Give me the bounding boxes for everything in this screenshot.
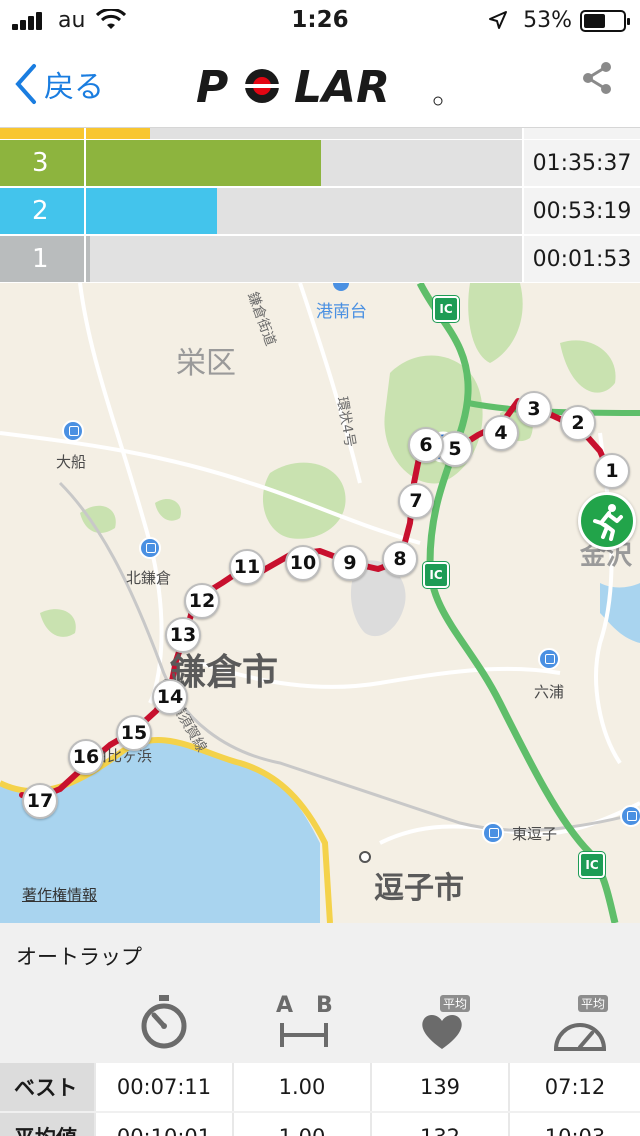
zone-row: 2 00:53:19 <box>0 188 640 234</box>
lap-marker-9[interactable]: 9 <box>332 545 368 581</box>
lap-marker-8[interactable]: 8 <box>382 541 418 577</box>
lap-marker-2[interactable]: 2 <box>560 405 596 441</box>
ic-icon-central: IC <box>422 561 450 589</box>
runner-icon <box>593 504 623 541</box>
back-button[interactable]: 戻る <box>14 60 104 108</box>
svg-text:P: P <box>196 62 228 108</box>
lap-marker-16[interactable]: 16 <box>68 739 104 775</box>
location-arrow-icon <box>489 11 507 29</box>
map-label-zushi-city: 逗子市 <box>374 871 464 906</box>
route-map[interactable]: 栄区 港南台 鎌倉市 逗子市 大船 北鎌倉 六浦 東逗子 由比ヶ浜 金沢 環状4… <box>0 283 640 923</box>
map-label-kitakamakura: 北鎌倉 <box>126 569 172 587</box>
stat-row-average: 平均値 00:10:01 1.00 132 10:03 <box>0 1113 640 1136</box>
lap-marker-14[interactable]: 14 <box>152 679 188 715</box>
zone-time: 00:53:19 <box>524 188 640 234</box>
map-label-higashizushi: 東逗子 <box>512 825 558 843</box>
distance-icon: A B <box>274 993 334 1053</box>
stopwatch-icon <box>141 995 187 1049</box>
copyright-link[interactable]: 著作権情報 <box>22 884 97 905</box>
lap-marker-6[interactable]: 6 <box>408 427 444 463</box>
station-icon-edge <box>620 805 640 827</box>
zone-bar-track <box>86 188 522 234</box>
ic-icon-south: IC <box>578 851 606 879</box>
heart-rate-zones: 3 01:35:37 2 00:53:19 1 00:01:53 <box>0 128 640 284</box>
zone-bar-track <box>86 236 522 282</box>
battery-percent: 53% <box>523 8 572 33</box>
navigation-bar: 戻る P LAR <box>0 40 640 128</box>
lap-marker-10[interactable]: 10 <box>285 545 321 581</box>
lap-marker-15[interactable]: 15 <box>116 715 152 751</box>
zone-number: 1 <box>0 236 84 282</box>
share-icon[interactable] <box>578 58 618 98</box>
best-hr: 139 <box>372 1063 510 1111</box>
best-pace: 07:12 <box>510 1063 640 1111</box>
zone-bar-fill <box>86 236 90 282</box>
back-label: 戻る <box>44 70 104 105</box>
zone-row: 3 01:35:37 <box>0 140 640 186</box>
avg-time: 00:10:01 <box>96 1113 234 1136</box>
lap-marker-11[interactable]: 11 <box>229 549 265 585</box>
battery-icon <box>580 10 630 32</box>
autolap-section: オートラップ A B 平均 平均 ベスト 00:07:11 1.00 139 0… <box>0 923 640 1136</box>
heart-icon <box>422 1015 462 1049</box>
avg-badge-hr: 平均 <box>440 995 471 1012</box>
avg-pace: 10:03 <box>510 1113 640 1136</box>
lap-marker-4[interactable]: 4 <box>483 415 519 451</box>
zone-number: 2 <box>0 188 84 234</box>
speedometer-icon <box>553 1023 607 1051</box>
zone-4-partial <box>0 128 640 139</box>
map-label-mutsuura: 六浦 <box>534 683 565 701</box>
stat-row-best: ベスト 00:07:11 1.00 139 07:12 <box>0 1063 640 1111</box>
station-icon-mutsuura <box>538 648 560 670</box>
ic-icon-north: IC <box>432 295 460 323</box>
zone-bar-track <box>86 140 522 186</box>
map-label-sakae: 栄区 <box>176 346 236 381</box>
best-time: 00:07:11 <box>96 1063 234 1111</box>
chevron-left-icon <box>15 64 36 104</box>
autolap-title: オートラップ <box>16 945 142 969</box>
station-icon-kitakamakura <box>139 537 161 559</box>
avg-badge-pace: 平均 <box>578 995 609 1012</box>
lap-marker-1[interactable]: 1 <box>594 453 630 489</box>
station-icon-higashizushi <box>482 822 504 844</box>
svg-text:LAR: LAR <box>294 62 390 108</box>
best-distance: 1.00 <box>234 1063 372 1111</box>
lap-marker-3[interactable]: 3 <box>516 391 552 427</box>
zone-number: 3 <box>0 140 84 186</box>
lap-marker-17[interactable]: 17 <box>22 783 58 819</box>
zone-row: 1 00:01:53 <box>0 236 640 282</box>
map-label-ofuna: 大船 <box>56 453 87 471</box>
polar-logo: P LAR <box>196 62 443 108</box>
station-icon-ofuna <box>62 420 84 442</box>
zone-time: 00:01:53 <box>524 236 640 282</box>
running-start-icon[interactable] <box>578 492 636 550</box>
avg-distance: 1.00 <box>234 1113 372 1136</box>
lap-marker-13[interactable]: 13 <box>165 617 201 653</box>
row-label: 平均値 <box>0 1113 96 1136</box>
zone-time: 01:35:37 <box>524 140 640 186</box>
lap-marker-7[interactable]: 7 <box>398 483 434 519</box>
zone-bar-fill <box>86 140 321 186</box>
avg-hr: 132 <box>372 1113 510 1136</box>
row-label: ベスト <box>0 1063 96 1111</box>
zone-bar-fill <box>86 188 217 234</box>
map-label-kounandai: 港南台 <box>316 302 367 322</box>
lap-marker-12[interactable]: 12 <box>184 583 220 619</box>
status-bar: au 1:26 53% <box>0 0 640 40</box>
